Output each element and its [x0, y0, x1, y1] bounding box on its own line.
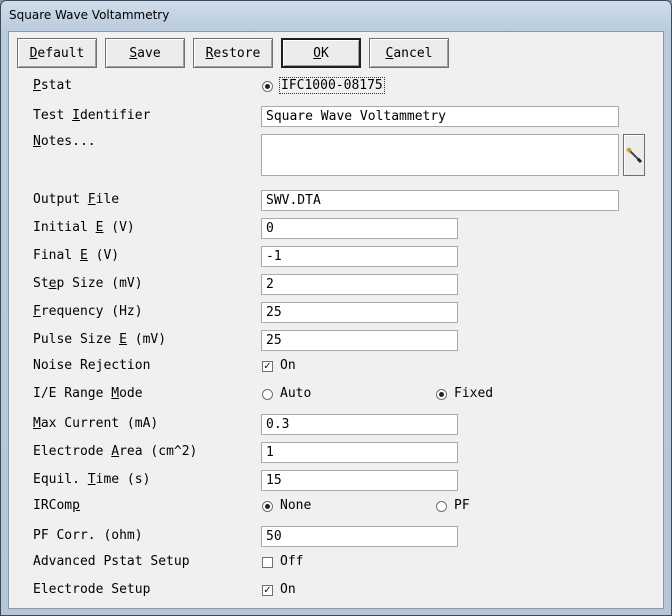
notes-textarea[interactable]	[261, 134, 619, 176]
equil-time-input[interactable]: 15	[261, 470, 458, 491]
electrode-setup-label: Electrode Setup	[33, 582, 151, 597]
test-identifier-label: Test Identifier	[33, 108, 151, 123]
max-current-input[interactable]: 0.3	[261, 414, 458, 435]
noise-rejection-option: On	[280, 358, 296, 373]
save-button[interactable]: Save	[105, 38, 185, 68]
dialog-window: Square Wave Voltammetry Default Save Res…	[0, 0, 672, 616]
electrode-setup-option: On	[280, 582, 296, 597]
max-current-label: Max Current (mA)	[33, 416, 159, 431]
equil-time-label: Equil. Time (s)	[33, 472, 151, 487]
step-size-label: Step Size (mV)	[33, 276, 143, 291]
electrode-area-input[interactable]: 1	[261, 442, 458, 463]
notes-label: Notes...	[33, 134, 96, 149]
ircomp-label: IRComp	[33, 498, 80, 513]
ie-range-mode-label: I/E Range Mode	[33, 386, 143, 401]
initial-e-input[interactable]: 0	[261, 218, 458, 239]
output-file-input[interactable]: SWV.DTA	[261, 190, 619, 211]
ie-range-fixed-option: Fixed	[454, 386, 494, 401]
pstat-label: Pstat	[33, 78, 73, 93]
ircomp-pf-option: PF	[454, 498, 470, 513]
pf-corr-input[interactable]: 50	[261, 526, 458, 547]
ircomp-none-radio[interactable]	[262, 501, 273, 512]
edit-pen-icon	[626, 147, 643, 164]
cancel-button[interactable]: Cancel	[369, 38, 449, 68]
notes-edit-button[interactable]	[623, 134, 645, 176]
pulse-size-input[interactable]: 25	[261, 330, 458, 351]
advanced-pstat-checkbox[interactable]	[262, 557, 273, 568]
final-e-label: Final E (V)	[33, 248, 120, 263]
restore-button[interactable]: Restore	[193, 38, 273, 68]
noise-rejection-checkbox[interactable]: ✓	[262, 361, 273, 372]
ie-range-fixed-radio[interactable]	[436, 389, 447, 400]
dialog-body: Default Save Restore OK Cancel Pstat IFC…	[8, 31, 664, 609]
advanced-pstat-label: Advanced Pstat Setup	[33, 554, 190, 569]
pstat-value[interactable]: IFC1000-08175	[279, 77, 385, 94]
ie-range-auto-radio[interactable]	[262, 389, 273, 400]
ok-button[interactable]: OK	[281, 38, 361, 68]
advanced-pstat-option: Off	[280, 554, 304, 569]
electrode-area-label: Electrode Area (cm^2)	[33, 444, 198, 459]
pf-corr-label: PF Corr. (ohm)	[33, 528, 143, 543]
noise-rejection-label: Noise Rejection	[33, 358, 151, 373]
frequency-label: Frequency (Hz)	[33, 304, 143, 319]
ircomp-pf-radio[interactable]	[436, 501, 447, 512]
default-button[interactable]: Default	[17, 38, 97, 68]
test-identifier-input[interactable]: Square Wave Voltammetry	[261, 106, 619, 127]
step-size-input[interactable]: 2	[261, 274, 458, 295]
output-file-label: Output File	[33, 192, 120, 207]
ircomp-none-option: None	[280, 498, 312, 513]
ie-range-auto-option: Auto	[280, 386, 312, 401]
window-title: Square Wave Voltammetry	[9, 8, 170, 22]
initial-e-label: Initial E (V)	[33, 220, 135, 235]
pstat-radio[interactable]	[262, 81, 273, 92]
title-bar[interactable]: Square Wave Voltammetry	[1, 1, 671, 29]
final-e-input[interactable]: -1	[261, 246, 458, 267]
pulse-size-label: Pulse Size E (mV)	[33, 332, 167, 347]
frequency-input[interactable]: 25	[261, 302, 458, 323]
electrode-setup-checkbox[interactable]: ✓	[262, 585, 273, 596]
